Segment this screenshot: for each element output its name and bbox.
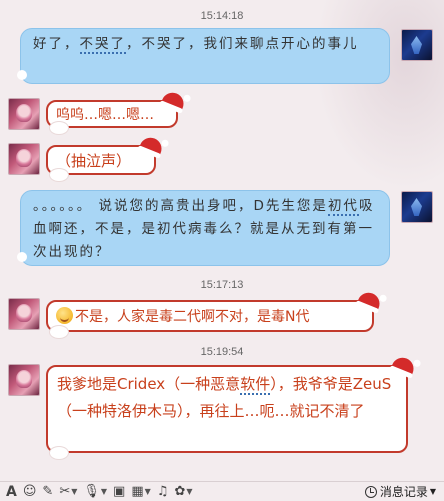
- chevron-down-icon[interactable]: ▼: [101, 487, 107, 496]
- chevron-down-icon[interactable]: ▼: [145, 487, 151, 496]
- bubble-decoration: [17, 252, 27, 262]
- message-text: ，不哭了，我们来聊点开心的事儿: [126, 36, 359, 52]
- history-button[interactable]: 消息记录 ▼: [364, 483, 436, 500]
- avatar[interactable]: [8, 98, 40, 130]
- voice-icon[interactable]: 🎙 ▼: [83, 483, 107, 500]
- message-bubble-incoming[interactable]: 我爹地是Cridex（一种恶意软件），我爷爷是ZeuS（一种特洛伊木马），再往上…: [46, 354, 417, 459]
- snow-decoration: [50, 447, 68, 459]
- avatar[interactable]: [8, 143, 40, 175]
- screenshot-icon[interactable]: ✂ ▼: [59, 483, 77, 500]
- timestamp: 15:17:13: [200, 279, 244, 291]
- chevron-down-icon[interactable]: ▼: [186, 487, 192, 496]
- message-text: （抽泣声）: [56, 152, 132, 170]
- emoji-icon[interactable]: ☺: [23, 483, 37, 500]
- santa-hat-decoration: [357, 289, 383, 311]
- image-icon[interactable]: ▣: [113, 483, 125, 500]
- spell-check-word[interactable]: 初代: [327, 198, 359, 216]
- spell-check-word[interactable]: 不哭了: [79, 36, 126, 54]
- avatar[interactable]: [8, 364, 40, 396]
- message-text: 我爹地是Cridex（一种恶意: [57, 375, 241, 393]
- timestamp: 15:14:18: [200, 10, 244, 22]
- message-text: 呜呜…嗯…嗯…: [56, 107, 154, 123]
- snow-decoration: [50, 122, 68, 134]
- message-bubble-incoming[interactable]: （抽泣声）: [46, 134, 165, 181]
- message-text: 好了，: [33, 36, 80, 52]
- emoji-icon: [56, 307, 73, 324]
- avatar[interactable]: [401, 29, 433, 61]
- clock-icon: [364, 485, 377, 498]
- snow-decoration: [50, 169, 68, 181]
- avatar[interactable]: [8, 298, 40, 330]
- font-icon[interactable]: A: [6, 483, 17, 500]
- scrollbar[interactable]: [436, 400, 444, 480]
- chevron-down-icon: ▼: [429, 487, 436, 496]
- photo-icon[interactable]: ▦ ▼: [131, 483, 150, 500]
- music-icon[interactable]: ♫: [157, 483, 169, 500]
- magic-wand-icon[interactable]: ✎: [42, 483, 53, 500]
- message-bubble-incoming[interactable]: 呜呜…嗯…嗯…: [46, 89, 187, 134]
- chat-toolbar: A ☺ ✎ ✂ ▼ 🎙 ▼ ▣ ▦ ▼ ♫ ✿ ▼ 消息记录 ▼: [0, 481, 444, 501]
- message-bubble-outgoing[interactable]: 好了，不哭了，不哭了，我们来聊点开心的事儿: [17, 28, 390, 84]
- bubble-decoration: [17, 70, 27, 80]
- chevron-down-icon[interactable]: ▼: [71, 487, 77, 496]
- santa-hat-decoration: [161, 89, 187, 111]
- snow-decoration: [50, 326, 68, 338]
- avatar[interactable]: [401, 191, 433, 223]
- spell-check-word[interactable]: 软件: [240, 375, 271, 395]
- message-bubble-incoming[interactable]: 不是，人家是毒二代啊不对，是毒N代: [46, 289, 383, 338]
- message-text: 不是，人家是毒二代啊不对，是毒N代: [75, 309, 310, 325]
- message-text: 。。。。。。 说说您的高贵出身吧，D先生您是: [33, 198, 328, 214]
- santa-hat-decoration: [139, 134, 165, 156]
- message-bubble-outgoing[interactable]: 。。。。。。 说说您的高贵出身吧，D先生您是初代吸血啊还，不是，是初代病毒么？就…: [17, 190, 390, 266]
- timestamp: 15:19:54: [200, 346, 244, 358]
- gift-icon[interactable]: ✿ ▼: [174, 483, 192, 500]
- history-label: 消息记录: [379, 485, 428, 499]
